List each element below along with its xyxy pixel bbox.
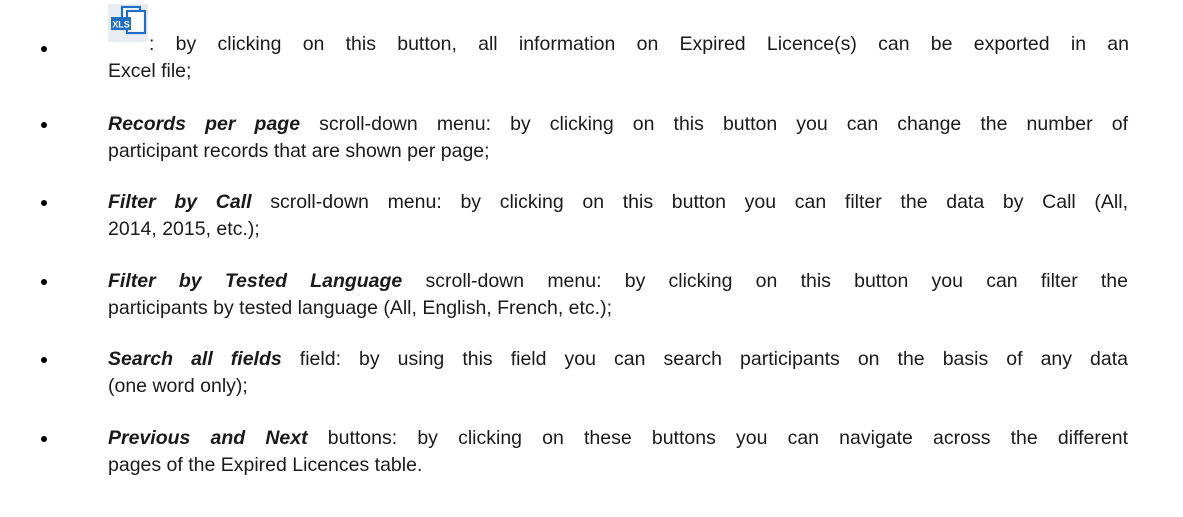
bullet-dot xyxy=(41,436,47,442)
item-text-continued: Excel file; xyxy=(108,58,1128,85)
item-line-2: Excel file; xyxy=(108,60,192,82)
item-line-1: Filter by Tested Language scroll-down me… xyxy=(108,270,1128,292)
item-text: Filter by Tested Language scroll-down me… xyxy=(108,268,1128,322)
item-bold-term: Filter by Tested Language xyxy=(108,270,403,292)
item-bold-term: Previous and Next xyxy=(108,427,308,449)
item-text: : by clicking on this button, all inform… xyxy=(149,31,1129,58)
xls-export-icon[interactable]: XLS xyxy=(108,4,148,42)
bullet-dot xyxy=(41,122,47,128)
item-bold-term: Filter by Call xyxy=(108,191,252,213)
xls-icon-label: XLS xyxy=(112,20,130,30)
item-bold-term: Search all fields xyxy=(108,348,282,370)
item-line-1: Previous and Next buttons: by clicking o… xyxy=(108,427,1129,449)
item-text: Search all fields field: by using this f… xyxy=(108,346,1128,400)
item-line-2: participants by tested language (All, En… xyxy=(108,297,613,319)
item-line-2: (one word only); xyxy=(108,375,248,397)
item-text: Previous and Next buttons: by clicking o… xyxy=(108,425,1128,479)
xls-icon-graphic: XLS xyxy=(111,5,147,35)
item-line-1: : by clicking on this button, all inform… xyxy=(149,33,1129,55)
item-bold-term: Records per page xyxy=(108,113,301,135)
bullet-dot xyxy=(41,46,47,52)
document-page: XLS : by clicking on this button, all in… xyxy=(0,0,1183,517)
item-line-1: Records per page scroll-down menu: by cl… xyxy=(108,113,1128,135)
bullet-dot xyxy=(41,279,47,285)
item-text: Filter by Call scroll-down menu: by clic… xyxy=(108,189,1128,243)
bullet-dot xyxy=(41,357,47,363)
item-line-1: Filter by Call scroll-down menu: by clic… xyxy=(108,191,1129,213)
item-text: Records per page scroll-down menu: by cl… xyxy=(108,111,1128,165)
item-line-1: Search all fields field: by using this f… xyxy=(108,348,1128,370)
bullet-dot xyxy=(41,200,47,206)
item-line-2: participant records that are shown per p… xyxy=(108,140,490,162)
item-line-2: pages of the Expired Licences table. xyxy=(108,454,423,476)
item-line-2: 2014, 2015, etc.); xyxy=(108,218,260,240)
